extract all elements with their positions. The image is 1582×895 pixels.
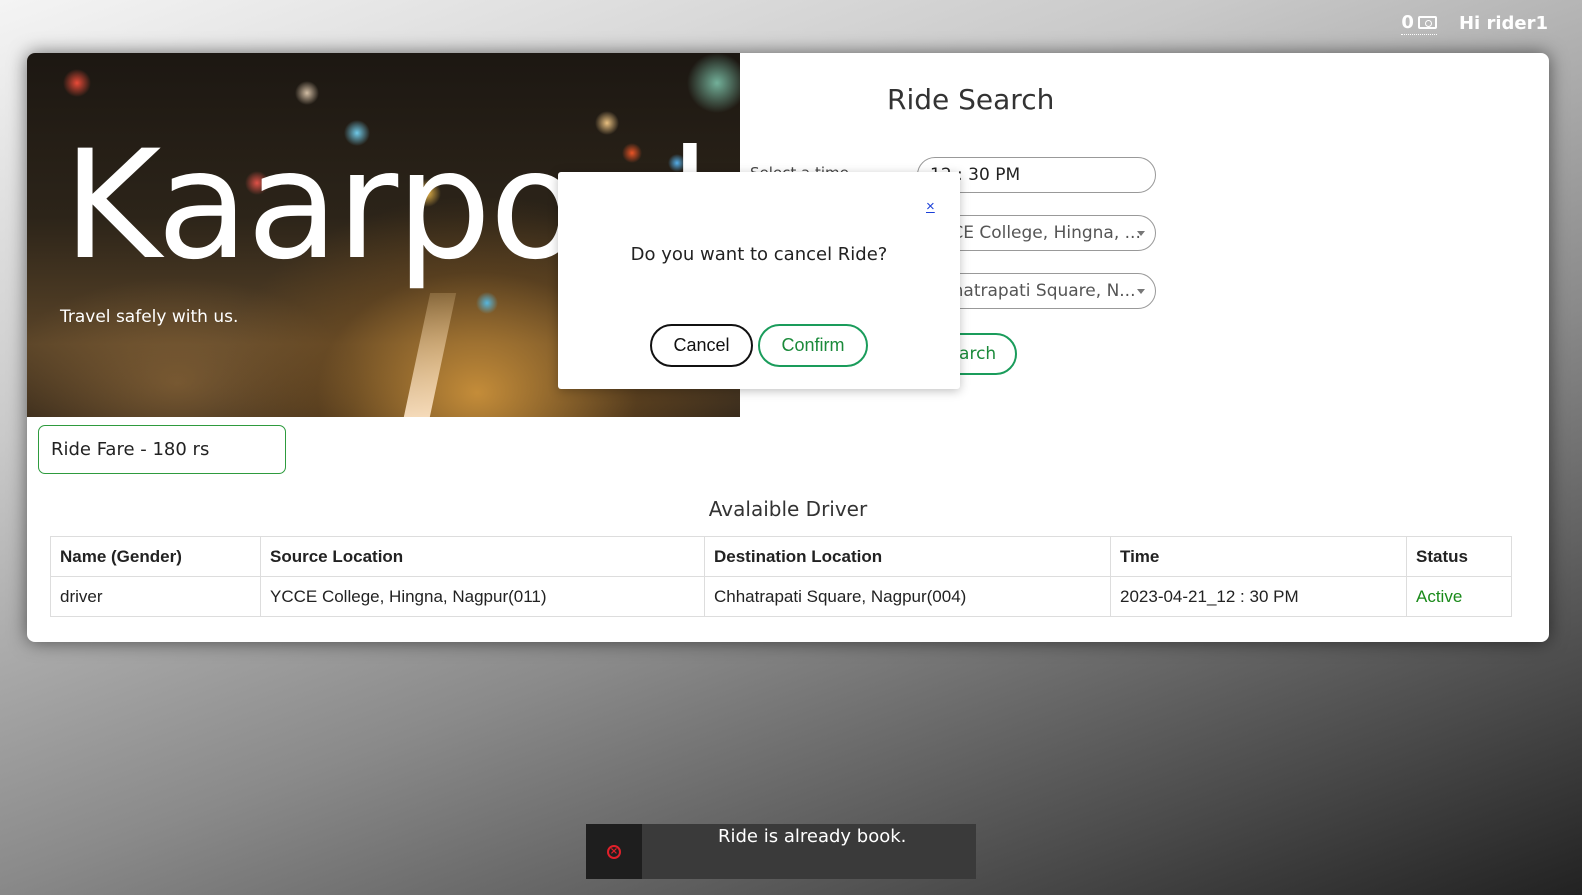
destination-cell: Chhatrapati Square, Nagpur(004) xyxy=(704,576,1111,617)
table-row[interactable]: driver YCCE College, Hingna, Nagpur(011)… xyxy=(50,576,1512,617)
wallet-balance[interactable]: 0 xyxy=(1401,12,1437,35)
search-title: Ride Search xyxy=(887,83,1055,116)
source-cell: YCCE College, Hingna, Nagpur(011) xyxy=(260,576,705,617)
table-header-row: Name (Gender) Source Location Destinatio… xyxy=(50,536,1512,577)
brand-tagline: Travel safely with us. xyxy=(60,307,239,327)
wallet-amount: 0 xyxy=(1401,12,1414,33)
toast-icon-box: × xyxy=(586,824,642,879)
available-drivers-title: Avalaible Driver xyxy=(708,497,868,521)
column-header: Time xyxy=(1110,536,1407,577)
hero-road-streak xyxy=(403,293,457,417)
driver-name-cell: driver xyxy=(50,576,261,617)
ride-fare-box: Ride Fare - 180 rs xyxy=(38,425,286,474)
cancel-button[interactable]: Cancel xyxy=(650,324,753,367)
modal-message: Do you want to cancel Ride? xyxy=(630,244,888,265)
user-greeting[interactable]: Hi rider1 xyxy=(1459,13,1548,34)
confirm-button[interactable]: Confirm xyxy=(758,324,868,367)
status-cell[interactable]: Active xyxy=(1406,576,1512,617)
column-header: Name (Gender) xyxy=(50,536,261,577)
time-cell: 2023-04-21_12 : 30 PM xyxy=(1110,576,1407,617)
cancel-ride-modal: × Do you want to cancel Ride? Cancel Con… xyxy=(558,172,960,389)
toast-notification: × Ride is already book. xyxy=(586,824,976,879)
close-icon[interactable]: × xyxy=(926,198,935,215)
column-header: Destination Location xyxy=(704,536,1111,577)
top-bar: 0 Hi rider1 xyxy=(1401,12,1548,35)
column-header: Status xyxy=(1406,536,1512,577)
drivers-table: Name (Gender) Source Location Destinatio… xyxy=(50,536,1512,617)
error-circle-icon: × xyxy=(607,844,621,859)
cash-icon xyxy=(1417,16,1437,29)
column-header: Source Location xyxy=(260,536,705,577)
toast-message: Ride is already book. xyxy=(718,826,907,847)
